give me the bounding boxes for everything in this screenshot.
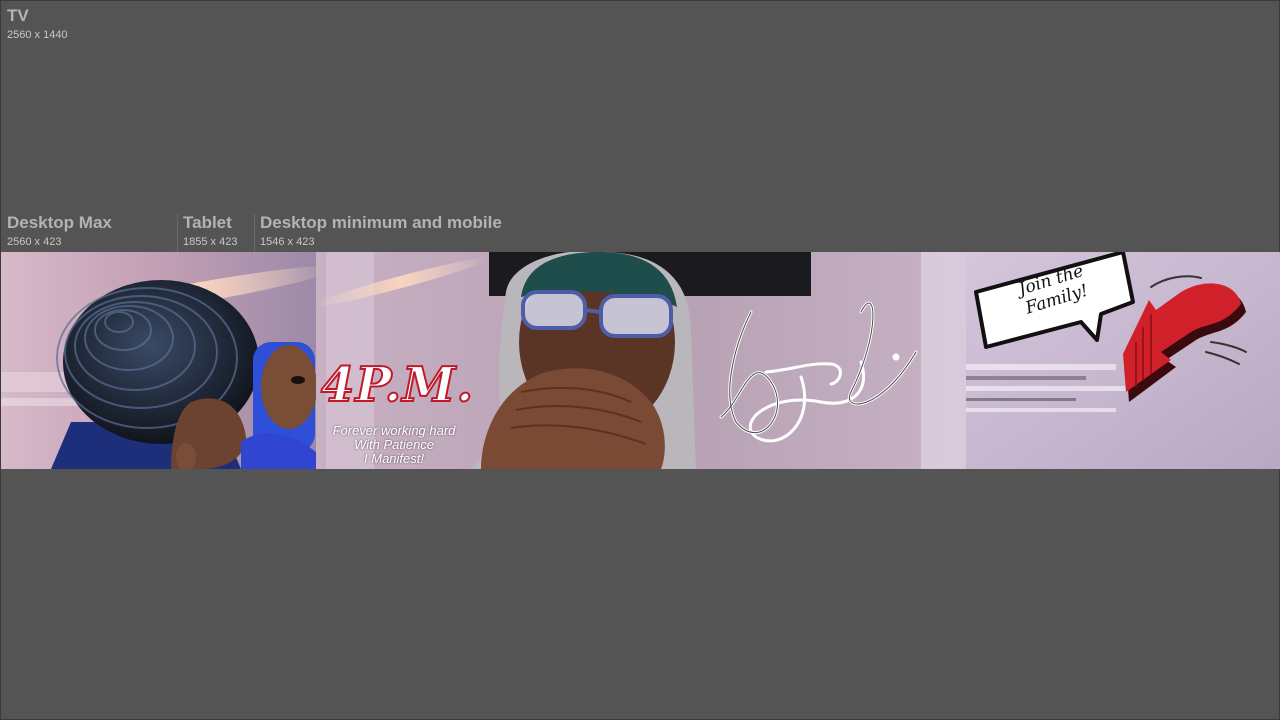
desktop-max-zone-label: Desktop Max 2560 x 423 [7,213,112,249]
tablet-divider [177,214,178,252]
brand-logo-text: 4P.M. [320,357,475,413]
tablet-dimensions: 1855 x 423 [183,236,238,248]
desktop-max-dimensions: 2560 x 423 [7,236,62,248]
tv-title: TV [7,6,29,25]
desktop-min-divider [254,214,255,252]
tablet-title: Tablet [183,213,232,232]
motto-line-3: I Manifest! [364,451,424,466]
safe-area-template: TV 2560 x 1440 Desktop Max 2560 x 423 Ta… [0,0,1280,720]
desktop-min-title: Desktop minimum and mobile [260,213,502,232]
desktop-min-dimensions: 1546 x 423 [260,236,315,248]
motto-line-2: With Patience [353,437,435,452]
motto-text: Forever working hard With Patience I Man… [319,424,469,466]
channel-banner: 4P.M. Forever working hard With Patience… [1,252,1280,469]
motto-line-1: Forever working hard [332,423,456,438]
desktop-max-title: Desktop Max [7,213,112,232]
tablet-zone-label: Tablet 1855 x 423 [183,213,237,249]
tv-dimensions: 2560 x 1440 [7,29,68,41]
tv-zone-label: TV 2560 x 1440 [7,6,68,42]
desktop-min-zone-label: Desktop minimum and mobile 1546 x 423 [260,213,502,249]
